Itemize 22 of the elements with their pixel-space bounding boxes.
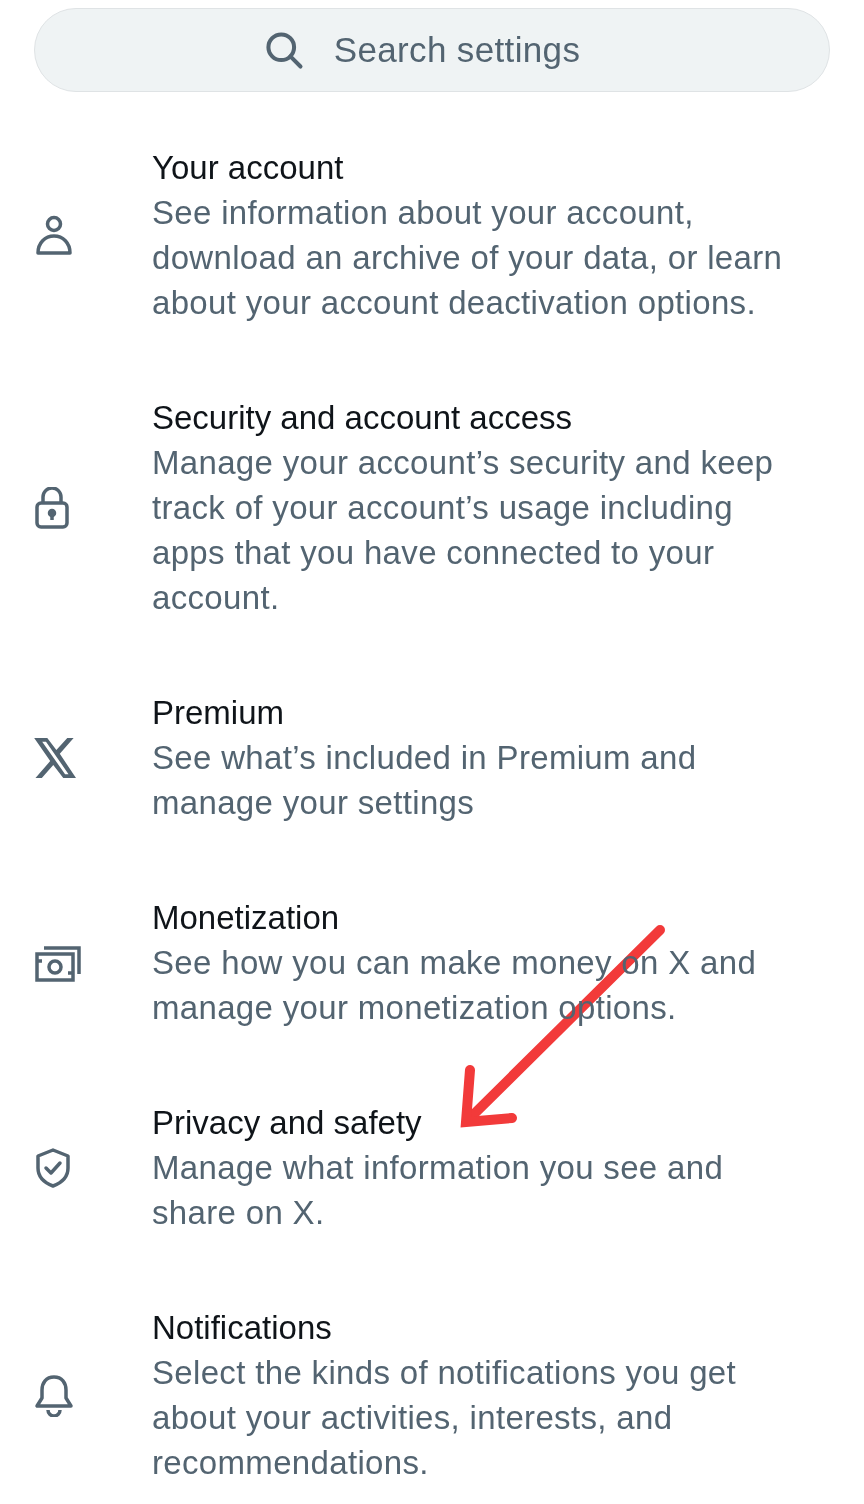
lock-icon <box>34 486 70 529</box>
item-description: Select the kinds of notifications you get about your activities, interests, and recommendations. <box>152 1353 738 1483</box>
item-title: Security and account access <box>152 398 574 438</box>
item-title: Monetization <box>152 898 341 938</box>
settings-item[interactable]: Premium See what’s included in Premium and manage your settings <box>0 655 864 860</box>
item-description: See information about your account, download an archive of your data, or learn about your account deactivation options. <box>152 193 784 323</box>
item-description: See what’s included in Premium and manage your settings <box>152 738 698 823</box>
item-title: Premium <box>152 693 286 733</box>
settings-item[interactable]: Security and account access Manage your account’s security and keep track of your account’s usage including apps that you have connected to your account. <box>0 360 864 655</box>
search-field[interactable]: Search settings <box>34 8 830 92</box>
item-description: Manage your account’s security and keep track of your account’s usage including apps that you have connected to your account. <box>152 443 775 618</box>
item-title: Your account <box>152 148 345 188</box>
x-logo-icon <box>34 737 78 778</box>
shield-check-icon <box>34 1146 72 1189</box>
bell-icon <box>34 1373 74 1417</box>
settings-item[interactable]: Your account See information about your account, download an archive of your data, or learn about your account deactivation options. <box>0 110 864 360</box>
settings-item[interactable]: Privacy and safety Manage what information you see and share on X. <box>0 1065 864 1270</box>
person-icon <box>34 213 74 257</box>
item-title: Notifications <box>152 1308 333 1348</box>
settings-item[interactable]: Notifications Select the kinds of notifications you get about your activities, interests, and recommendations. <box>0 1270 864 1504</box>
item-description: Manage what information you see and share on X. <box>152 1148 725 1233</box>
item-title: Privacy and safety <box>152 1103 423 1143</box>
